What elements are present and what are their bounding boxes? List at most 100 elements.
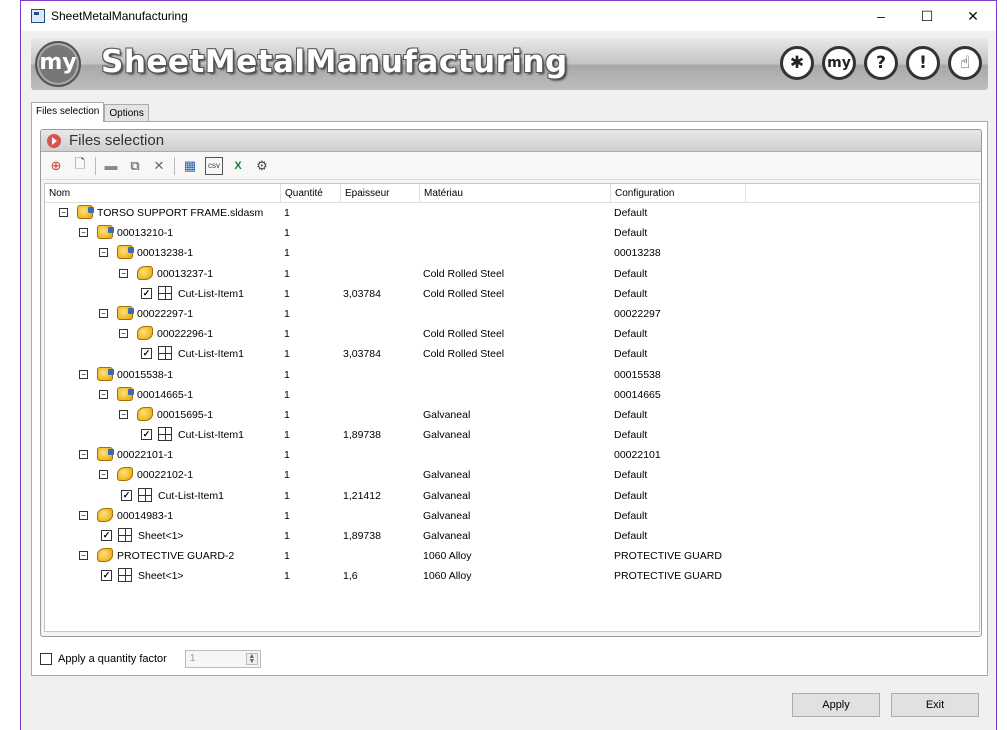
row-checkbox[interactable]: ✓ (141, 348, 152, 360)
tree-row[interactable]: − 00015695-1 1 Galvaneal Default (45, 405, 979, 425)
tree-row[interactable]: − 00013238-1 1 00013238 (45, 243, 979, 263)
stepper-arrows-icon[interactable]: ▲ ▼ (245, 653, 258, 665)
expand-collapse-icon[interactable]: − (79, 450, 88, 460)
row-quantity: 1 (284, 509, 290, 522)
row-material: 1060 Alloy (423, 570, 472, 583)
tree-row[interactable]: ✓ Sheet<1> 1 1,89738 Galvaneal Default (45, 526, 979, 546)
support-button[interactable]: ☝ (948, 46, 982, 80)
row-quantity: 1 (284, 287, 290, 300)
tree-row[interactable]: ✓ Cut-List-Item1 1 3,03784 Cold Rolled Steel… (45, 284, 979, 304)
copy-icon[interactable]: ⧉ (126, 157, 144, 175)
row-name: 00014665-1 (137, 388, 194, 401)
row-material: Cold Rolled Steel (423, 287, 505, 300)
row-configuration: 00022101 (614, 449, 661, 462)
apply-button[interactable]: Apply (792, 693, 880, 717)
tree-row[interactable]: − 00022101-1 1 00022101 (45, 445, 979, 465)
row-name: 00013238-1 (137, 247, 194, 260)
expand-collapse-icon[interactable]: − (119, 268, 128, 278)
expand-collapse-icon[interactable]: − (119, 329, 128, 339)
row-quantity: 1 (284, 550, 290, 563)
row-checkbox[interactable]: ✓ (121, 489, 132, 501)
row-thickness: 1,21412 (343, 489, 381, 502)
expand-collapse-icon[interactable]: − (99, 248, 108, 258)
assembly-icon (117, 305, 134, 320)
files-tree-grid[interactable]: Nom Quantité Epaisseur Matériau Configur… (44, 183, 980, 632)
add-file-icon[interactable]: 🗋 (71, 156, 89, 175)
minimize-button[interactable]: – (858, 1, 904, 31)
tree-row[interactable]: − 00013237-1 1 Cold Rolled Steel Default (45, 264, 979, 284)
cut-list-icon (118, 528, 132, 542)
tree-row[interactable]: − 00014665-1 1 00014665 (45, 385, 979, 405)
tree-row[interactable]: − 00022296-1 1 Cold Rolled Steel Default (45, 324, 979, 344)
csv-icon[interactable]: csv (205, 156, 223, 175)
exit-button[interactable]: Exit (891, 693, 979, 717)
column-header-materiau[interactable]: Matériau (420, 184, 611, 203)
row-configuration: Default (614, 509, 648, 522)
row-name: 00013210-1 (117, 227, 174, 240)
toolbar-separator (174, 156, 175, 175)
collapse-group-icon[interactable] (47, 133, 61, 148)
tab-files-selection[interactable]: Files selection (31, 102, 105, 122)
table-icon[interactable]: ▦ (181, 157, 199, 175)
row-thickness: 3,03784 (343, 348, 381, 361)
row-name: Cut-List-Item1 (158, 489, 224, 502)
tree-row[interactable]: − TORSO SUPPORT FRAME.sldasm 1 Default (45, 203, 979, 223)
settings-icon[interactable]: ⚙ (253, 157, 271, 175)
row-configuration: Default (614, 489, 648, 502)
app-window-icon (31, 9, 45, 23)
quantity-factor-value: 1 (189, 653, 196, 664)
toolbar: ⊕ 🗋 ▬ ⧉ ✕ ▦ csv X ⚙ (41, 152, 981, 180)
row-configuration: Default (614, 530, 648, 542)
tree-row[interactable]: − 00022102-1 1 Galvaneal Default (45, 465, 979, 485)
expand-collapse-icon[interactable]: − (59, 208, 68, 217)
quantity-factor-stepper[interactable]: 1 ▲ ▼ (184, 650, 261, 668)
column-header-nom[interactable]: Nom (45, 184, 281, 203)
expand-collapse-icon[interactable]: − (79, 510, 88, 520)
row-checkbox[interactable]: ✓ (141, 429, 152, 441)
row-checkbox[interactable]: ✓ (101, 570, 112, 582)
tree-row[interactable]: ✓ Sheet<1> 1 1,6 1060 Alloy PROTECTIVE GUARD (45, 566, 979, 586)
info-button[interactable]: ! (906, 46, 940, 80)
delete-icon[interactable]: ✕ (150, 157, 168, 175)
row-checkbox[interactable]: ✓ (101, 530, 112, 541)
group-header[interactable]: Files selection (41, 130, 981, 152)
tree-row[interactable]: ✓ Cut-List-Item1 1 1,89738 Galvaneal Default (45, 425, 979, 445)
tree-row[interactable]: − 00014983-1 1 Galvaneal Default (45, 506, 979, 526)
expand-collapse-icon[interactable]: − (99, 389, 108, 399)
excel-icon[interactable]: X (229, 157, 247, 175)
column-header-quantite[interactable]: Quantité (281, 184, 341, 203)
tree-row[interactable]: − 00022297-1 1 00022297 (45, 304, 979, 324)
row-quantity: 1 (284, 429, 290, 442)
help-button[interactable]: ? (864, 46, 898, 80)
row-quantity: 1 (284, 530, 290, 542)
assembly-icon (77, 205, 94, 219)
tab-options[interactable]: Options (104, 104, 149, 122)
tree-row[interactable]: − 00013210-1 1 Default (45, 223, 979, 243)
tree-row[interactable]: − PROTECTIVE GUARD-2 1 1060 Alloy PROTECTIVE… (45, 546, 979, 566)
add-assembly-icon[interactable]: ⊕ (47, 157, 65, 175)
row-quantity: 1 (284, 307, 290, 320)
column-header-epaisseur[interactable]: Epaisseur (341, 184, 420, 203)
my-logo: my (35, 41, 81, 87)
column-header-configuration[interactable]: Configuration (611, 184, 746, 203)
tree-row[interactable]: ✓ Cut-List-Item1 1 1,21412 Galvaneal Default (45, 486, 979, 506)
my-button[interactable]: my (822, 46, 856, 80)
expand-collapse-icon[interactable]: − (99, 470, 108, 480)
folder-icon[interactable]: ▬ (102, 157, 120, 175)
expand-collapse-icon[interactable]: − (79, 228, 88, 238)
row-checkbox[interactable]: ✓ (141, 287, 152, 299)
expand-collapse-icon[interactable]: − (119, 409, 128, 419)
quantity-factor-checkbox[interactable] (40, 653, 52, 665)
expand-collapse-icon[interactable]: − (79, 551, 88, 561)
expand-collapse-icon[interactable]: − (99, 308, 108, 318)
row-material: 1060 Alloy (423, 550, 472, 563)
expand-collapse-icon[interactable]: − (79, 369, 88, 379)
tree-row[interactable]: ✓ Cut-List-Item1 1 3,03784 Cold Rolled Steel… (45, 344, 979, 364)
row-quantity: 1 (284, 328, 290, 341)
row-name: 00022102-1 (137, 469, 194, 482)
tree-row[interactable]: − 00015538-1 1 00015538 (45, 365, 979, 385)
row-quantity: 1 (284, 348, 290, 361)
whats-new-button[interactable]: ✱ (780, 46, 814, 80)
close-button[interactable]: ✕ (950, 1, 996, 31)
maximize-button[interactable]: ☐ (904, 1, 950, 31)
